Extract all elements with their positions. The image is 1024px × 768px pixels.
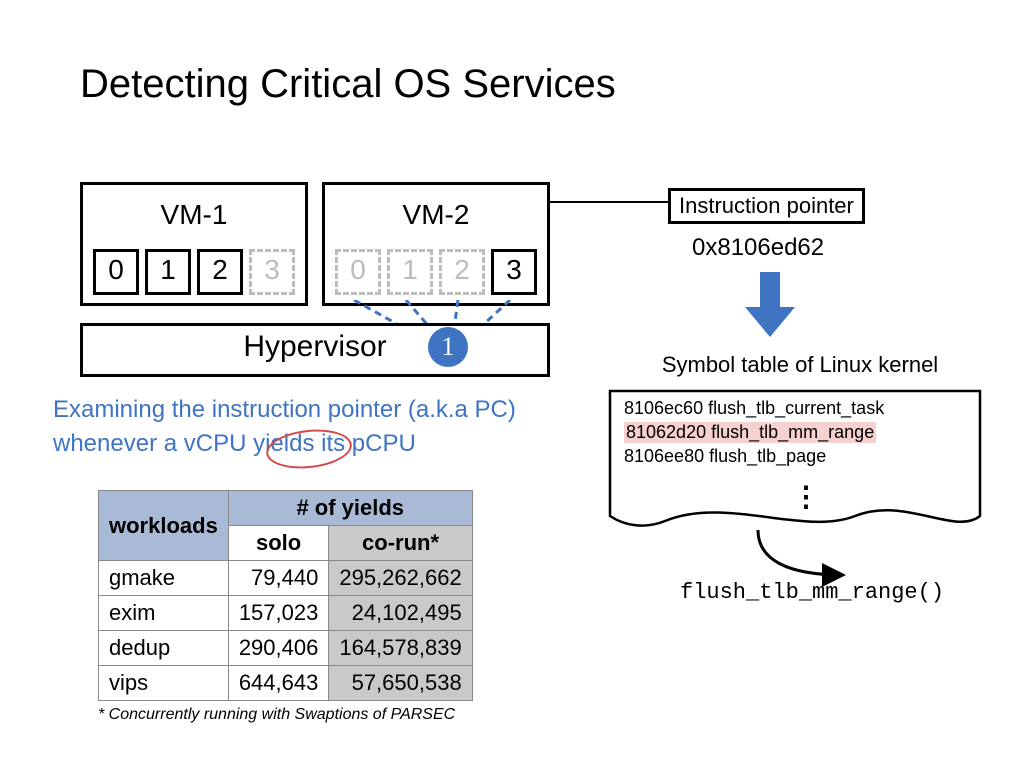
vm2-label: VM-2 — [325, 199, 547, 231]
vertical-dots-icon: ⋮ — [792, 480, 818, 513]
cell-solo: 157,023 — [228, 596, 329, 631]
vm1-label: VM-1 — [83, 199, 305, 231]
th-solo: solo — [228, 526, 329, 561]
cell-co: 24,102,495 — [329, 596, 472, 631]
down-arrow-icon — [740, 272, 800, 342]
cell-solo: 644,643 — [228, 666, 329, 701]
th-yields: # of yields — [228, 491, 472, 526]
slide-title: Detecting Critical OS Services — [80, 62, 616, 107]
cell-w: vips — [99, 666, 229, 701]
symbol-table-label: Symbol table of Linux kernel — [600, 352, 1000, 378]
cell-w: gmake — [99, 561, 229, 596]
table-footnote: * Concurrently running with Swaptions of… — [98, 706, 455, 724]
table-row: vips 644,643 57,650,538 — [99, 666, 473, 701]
yields-table: workloads # of yields solo co-run* gmake… — [98, 490, 473, 701]
cell-co: 57,650,538 — [329, 666, 472, 701]
cell-co: 295,262,662 — [329, 561, 472, 596]
cell-co: 164,578,839 — [329, 631, 472, 666]
hypervisor-box: Hypervisor — [80, 323, 550, 377]
pcpu-circle: 1 — [428, 327, 468, 367]
vm1-cpu-0: 0 — [93, 249, 139, 295]
vm1-cpu-1: 1 — [145, 249, 191, 295]
vm2-cpu-3: 3 — [491, 249, 537, 295]
caption-line1: Examining the instruction pointer (a.k.a… — [53, 396, 516, 423]
sym-name: flush_tlb_page — [709, 446, 826, 466]
vm2-box: VM-2 0 1 2 3 — [322, 182, 550, 306]
vm1-cpu-3: 3 — [249, 249, 295, 295]
vm1-cpu-2: 2 — [197, 249, 243, 295]
table-row: gmake 79,440 295,262,662 — [99, 561, 473, 596]
vm1-box: VM-1 0 1 2 3 — [80, 182, 308, 306]
sym-addr: 8106ec60 — [624, 398, 703, 418]
table-row: dedup 290,406 164,578,839 — [99, 631, 473, 666]
symbol-row: 8106ee80 flush_tlb_page — [624, 446, 826, 467]
vm2-cpu-1: 1 — [387, 249, 433, 295]
sym-addr: 81062d20 — [626, 422, 706, 442]
instruction-pointer-box: Instruction pointer — [668, 188, 865, 224]
vm2-cpu-2: 2 — [439, 249, 485, 295]
symbol-row: 8106ec60 flush_tlb_current_task — [624, 398, 884, 419]
sym-addr: 8106ee80 — [624, 446, 704, 466]
sym-name: flush_tlb_current_task — [708, 398, 884, 418]
hypervisor-label: Hypervisor — [83, 330, 547, 364]
cell-w: dedup — [99, 631, 229, 666]
cell-w: exim — [99, 596, 229, 631]
resolved-function: flush_tlb_mm_range() — [680, 580, 944, 605]
th-corun: co-run* — [329, 526, 472, 561]
caption-text: Examining the instruction pointer (a.k.a… — [53, 393, 516, 461]
cell-solo: 290,406 — [228, 631, 329, 666]
symbol-row-highlight: 81062d20 flush_tlb_mm_range — [624, 422, 876, 443]
th-workloads: workloads — [99, 491, 229, 561]
table-row: exim 157,023 24,102,495 — [99, 596, 473, 631]
sym-name: flush_tlb_mm_range — [711, 422, 874, 442]
cell-solo: 79,440 — [228, 561, 329, 596]
vm2-cpu-0: 0 — [335, 249, 381, 295]
caption-line2: whenever a vCPU yields its pCPU — [53, 430, 416, 457]
instruction-pointer-value: 0x8106ed62 — [692, 234, 824, 262]
